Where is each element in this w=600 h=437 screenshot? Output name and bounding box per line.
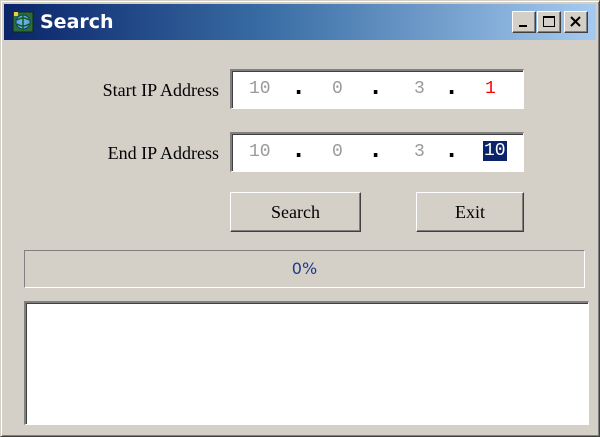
ip-separator: . [445,75,459,100]
minimize-icon [519,25,527,27]
ip-separator: . [445,138,459,163]
app-globe-icon [12,10,34,34]
exit-button[interactable]: Exit [416,192,524,232]
progress-text: 0% [291,259,318,278]
search-window: Search Start IP Address 10 . 0 . 3 . 1 E… [0,0,600,437]
maximize-button[interactable] [537,11,561,33]
end-ip-field[interactable]: 10 . 0 . 3 . 10 [230,132,524,172]
end-ip-octet-1[interactable]: 10 [249,142,271,162]
ip-separator: . [292,75,306,100]
minimize-button[interactable] [512,11,536,33]
title-bar[interactable]: Search [4,4,596,40]
end-ip-label: End IP Address [107,143,219,163]
window-title: Search [40,11,114,33]
start-ip-field[interactable]: 10 . 0 . 3 . 1 [230,69,524,109]
ip-separator: . [369,138,383,163]
start-ip-octet-4[interactable]: 1 [485,79,496,99]
end-ip-octet-3[interactable]: 3 [414,142,425,162]
search-button[interactable]: Search [230,192,361,232]
start-ip-octet-3[interactable]: 3 [414,79,425,99]
start-ip-label: Start IP Address [102,80,219,100]
end-ip-octet-2[interactable]: 0 [332,142,343,162]
ip-separator: . [369,75,383,100]
close-icon [570,16,581,27]
start-ip-octet-1[interactable]: 10 [249,79,271,99]
maximize-icon [543,16,555,27]
start-ip-octet-2[interactable]: 0 [332,79,343,99]
close-button[interactable] [564,11,588,33]
results-list[interactable] [24,301,589,425]
progress-bar: 0% [24,250,585,288]
ip-separator: . [292,138,306,163]
end-ip-octet-4[interactable]: 10 [483,141,507,161]
